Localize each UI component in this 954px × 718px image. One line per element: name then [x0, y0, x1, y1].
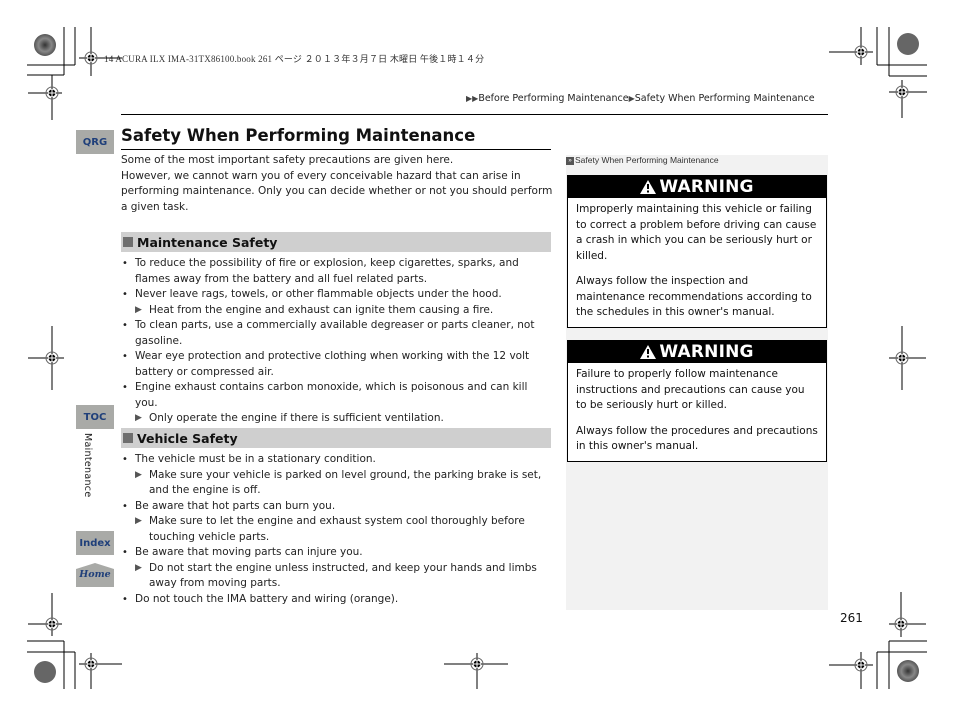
- color-dial-icon: [34, 34, 56, 56]
- registration-mark-icon: [79, 27, 122, 76]
- color-dial-icon: [897, 660, 919, 682]
- color-dial-icon: [897, 33, 919, 55]
- crop-marks: [27, 27, 927, 689]
- registration-mark-icon: [889, 80, 927, 118]
- registration-mark-icon: [889, 592, 926, 637]
- registration-mark-icon: [829, 652, 873, 689]
- registration-mark-icon: [28, 593, 62, 636]
- registration-mark-icon: [79, 653, 122, 689]
- registration-mark-icon: [28, 326, 64, 390]
- registration-mark-icon: [444, 653, 508, 689]
- registration-mark-icon: [28, 75, 62, 120]
- color-dial-icon: [34, 661, 56, 683]
- registration-mark-icon: [889, 326, 926, 390]
- registration-mark-icon: [829, 27, 873, 65]
